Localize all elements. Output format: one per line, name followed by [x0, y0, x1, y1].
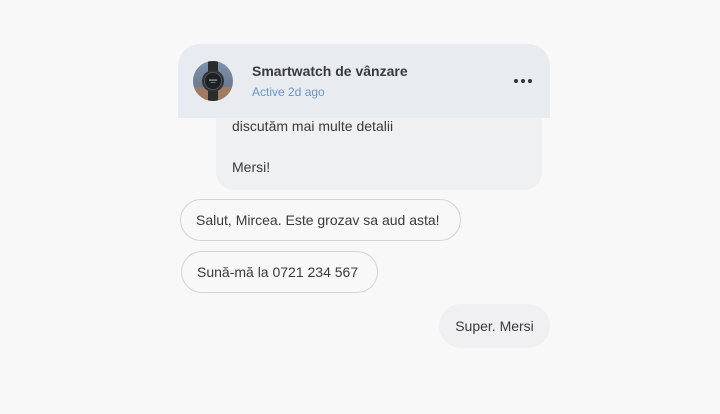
chat-window: Smartwatch de vânzare Active 2d ago disc… [178, 44, 550, 414]
more-dot [521, 79, 525, 83]
chat-status: Active 2d ago [252, 85, 325, 99]
message-text: discutăm mai multe detalii [232, 118, 394, 134]
message-bubble-received: Salut, Mircea. Este grozav sa aud asta! [180, 199, 461, 241]
message-bubble-received: Sună-mă la 0721 234 567 [181, 251, 378, 293]
more-dot [514, 79, 518, 83]
more-dot [528, 79, 532, 83]
more-horizontal-icon[interactable] [508, 69, 538, 93]
chat-header: Smartwatch de vânzare Active 2d ago [178, 44, 550, 118]
page: Smartwatch de vânzare Active 2d ago disc… [0, 0, 720, 414]
message-bubble-sent: Super. Mersi [439, 304, 550, 348]
message-text: Mersi! [232, 159, 271, 175]
avatar[interactable] [193, 61, 233, 101]
chat-title: Smartwatch de vânzare [252, 63, 408, 79]
smartwatch-photo [193, 61, 233, 101]
